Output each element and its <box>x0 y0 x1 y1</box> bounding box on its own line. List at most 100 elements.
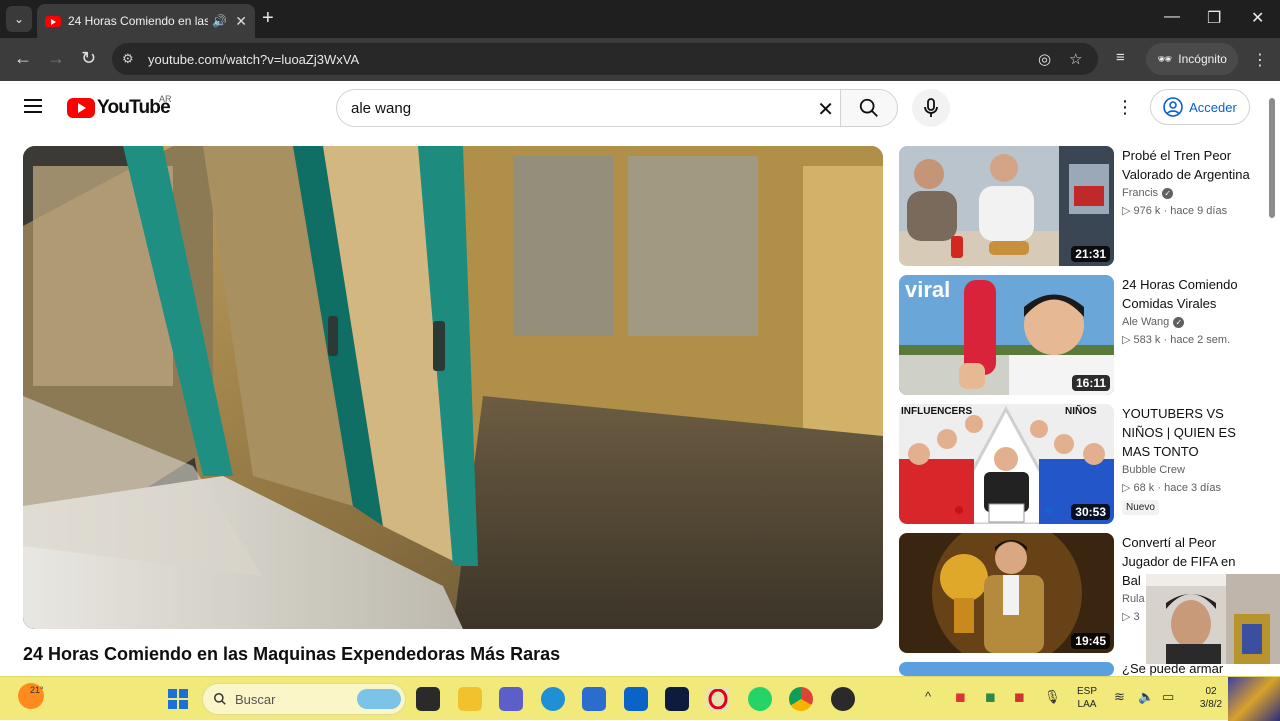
file-explorer-icon[interactable] <box>458 687 482 711</box>
show-hidden-icons-chevron-icon[interactable]: ^ <box>925 689 931 704</box>
video-player[interactable] <box>23 146 883 629</box>
video-title[interactable]: YOUTUBERS VS NIÑOS | QUIEN ES MAS TONTO <box>1122 404 1252 461</box>
video-thumbnail[interactable]: 21:31 <box>899 146 1114 266</box>
taskbar-search-input[interactable]: Buscar <box>202 683 406 715</box>
video-meta: ▷ 976 k · hace 9 días <box>1122 205 1228 217</box>
incognito-indicator[interactable]: 🕶 Incógnito <box>1146 43 1238 75</box>
video-title[interactable]: ¿Se puede armar <box>1122 662 1252 676</box>
recommendation-item[interactable]: viral 16:11 24 Horas Comiendo Comidas Vi… <box>899 275 1259 395</box>
windows-start-icon[interactable] <box>166 687 190 711</box>
video-duration: 19:45 <box>1071 633 1110 649</box>
opera-icon[interactable] <box>706 687 730 711</box>
view-count: 3 <box>1133 611 1140 623</box>
browser-tab-strip: ⌄ 24 Horas Comiendo en las M 🔊 ✕ + — ❐ ✕ <box>0 0 1280 38</box>
thumbnail-text: viral <box>905 277 951 302</box>
incognito-label: Incógnito <box>1178 52 1227 66</box>
scrollbar-thumb[interactable] <box>1269 98 1275 218</box>
video-info: 24 Horas Comiendo Comidas Virales Ale Wa… <box>1122 275 1252 346</box>
video-title: 24 Horas Comiendo en las Maquinas Expend… <box>23 644 561 664</box>
video-info: ¿Se puede armar <box>1122 662 1252 676</box>
settings-more-icon[interactable]: ⋮ <box>1116 97 1134 118</box>
search-input[interactable]: ale wang ✕ <box>336 89 850 127</box>
incognito-icon: 🕶 <box>1157 52 1173 66</box>
notification-avatar-image[interactable] <box>1228 677 1280 721</box>
channel-name[interactable]: Ale Wang ✓ <box>1122 316 1252 328</box>
teams-icon[interactable] <box>499 687 523 711</box>
view-count: 68 k <box>1133 482 1155 494</box>
video-thumbnail[interactable]: INFLUENCERS NIÑOS 30:53 <box>899 404 1114 524</box>
url-text: youtube.com/watch?v=luoaZj3WxVA <box>148 51 360 67</box>
back-arrow-icon[interactable]: ← <box>14 48 32 68</box>
video-meta: ▷ 68 k · hace 3 días <box>1122 482 1221 494</box>
video-title[interactable]: 24 Horas Comiendo Comidas Virales <box>1122 275 1252 313</box>
search-highlight-icon <box>357 689 401 709</box>
microphone-tray-icon[interactable]: 🎙 <box>1044 689 1061 705</box>
webcam-overlay <box>1146 574 1280 664</box>
media-control-icon[interactable]: ≡ <box>1116 48 1125 68</box>
browser-menu-icon[interactable]: ⋮ <box>1252 50 1268 70</box>
tab-title: 24 Horas Comiendo en las M <box>68 14 208 28</box>
tray-app-icon[interactable]: ◼ <box>1014 689 1025 705</box>
wifi-icon[interactable]: ≋ <box>1114 689 1125 705</box>
video-thumbnail[interactable]: 19:45 <box>899 533 1114 653</box>
input-language-indicator[interactable]: ESP LAA <box>1072 685 1102 711</box>
menu-hamburger-icon[interactable] <box>24 99 42 113</box>
recommendation-item[interactable]: 21:31 Probé el Tren Peor Valorado de Arg… <box>899 146 1259 266</box>
video-info: YOUTUBERS VS NIÑOS | QUIEN ES MAS TONTO … <box>1122 404 1252 515</box>
minimize-button[interactable]: — <box>1164 8 1180 26</box>
youtube-play-icon <box>67 98 95 118</box>
search-button[interactable] <box>840 89 898 127</box>
chrome-icon[interactable] <box>789 687 813 711</box>
voice-search-button[interactable] <box>912 89 950 127</box>
sign-in-button[interactable]: Acceder <box>1150 89 1250 125</box>
edge-browser-icon[interactable] <box>541 687 565 711</box>
search-query: ale wang <box>351 99 412 117</box>
sign-in-label: Acceder <box>1189 99 1237 115</box>
tray-app-icon[interactable]: ◼ <box>955 689 966 705</box>
video-info: Probé el Tren Peor Valorado de Argentina… <box>1122 146 1252 217</box>
outlook-icon[interactable] <box>624 687 648 711</box>
bookmark-star-icon[interactable]: ☆ <box>1069 43 1082 75</box>
webcam-image <box>1146 574 1280 664</box>
account-icon <box>1163 97 1183 117</box>
youtube-logo[interactable]: YouTube AR <box>67 94 172 119</box>
video-thumbnail[interactable] <box>899 662 1114 676</box>
video-duration: 16:11 <box>1071 375 1110 391</box>
battery-icon[interactable]: ▭ <box>1162 689 1174 705</box>
obs-recording-icon[interactable] <box>831 687 855 711</box>
tray-app-icon[interactable]: ◼ <box>985 689 996 705</box>
video-duration: 21:31 <box>1071 246 1110 262</box>
search-icon <box>859 98 878 117</box>
volume-icon[interactable]: 🔈 <box>1138 689 1154 705</box>
address-bar[interactable]: ⚙ youtube.com/watch?v=luoaZj3WxVA ◎ ☆ <box>112 43 1098 75</box>
taskbar-search-placeholder: Buscar <box>235 691 276 707</box>
audio-playing-icon[interactable]: 🔊 <box>212 14 227 28</box>
recommendation-item[interactable]: INFLUENCERS NIÑOS 30:53 YOUTUBERS VS NIÑ… <box>899 404 1259 524</box>
video-title[interactable]: Probé el Tren Peor Valorado de Argentina <box>1122 146 1252 184</box>
clear-search-icon[interactable]: ✕ <box>817 97 834 122</box>
recommendation-item[interactable]: ¿Se puede armar <box>899 662 1259 676</box>
tab-search-button[interactable]: ⌄ <box>6 6 32 32</box>
thumbnail-text-right: NIÑOS <box>1065 406 1097 417</box>
eye-off-icon[interactable]: ◎ <box>1038 43 1051 75</box>
channel-label: Francis <box>1122 187 1159 199</box>
youtube-header: YouTube AR ale wang ✕ ⋮ Acceder <box>0 81 1280 137</box>
system-clock[interactable]: 02 3/8/2 <box>1196 685 1226 711</box>
weather-temperature: 21° <box>30 685 44 695</box>
video-thumbnail[interactable]: viral 16:11 <box>899 275 1114 395</box>
task-view-icon[interactable] <box>416 687 440 711</box>
close-window-button[interactable]: ✕ <box>1251 8 1264 28</box>
youtube-favicon-icon <box>45 15 61 27</box>
reload-icon[interactable]: ↻ <box>81 48 96 68</box>
browser-tab[interactable]: 24 Horas Comiendo en las M 🔊 ✕ <box>37 4 255 38</box>
new-tab-button[interactable]: + <box>262 8 274 28</box>
site-info-icon[interactable]: ⚙ <box>122 51 142 67</box>
microsoft-store-icon[interactable] <box>582 687 606 711</box>
tab-close-icon[interactable]: ✕ <box>235 13 247 30</box>
channel-name[interactable]: Bubble Crew <box>1122 464 1252 476</box>
maximize-button[interactable]: ❐ <box>1207 8 1221 28</box>
channel-name[interactable]: Francis ✓ <box>1122 187 1252 199</box>
whatsapp-icon[interactable] <box>748 687 772 711</box>
disney-plus-icon[interactable] <box>665 687 689 711</box>
forward-arrow-icon[interactable]: → <box>47 48 65 68</box>
